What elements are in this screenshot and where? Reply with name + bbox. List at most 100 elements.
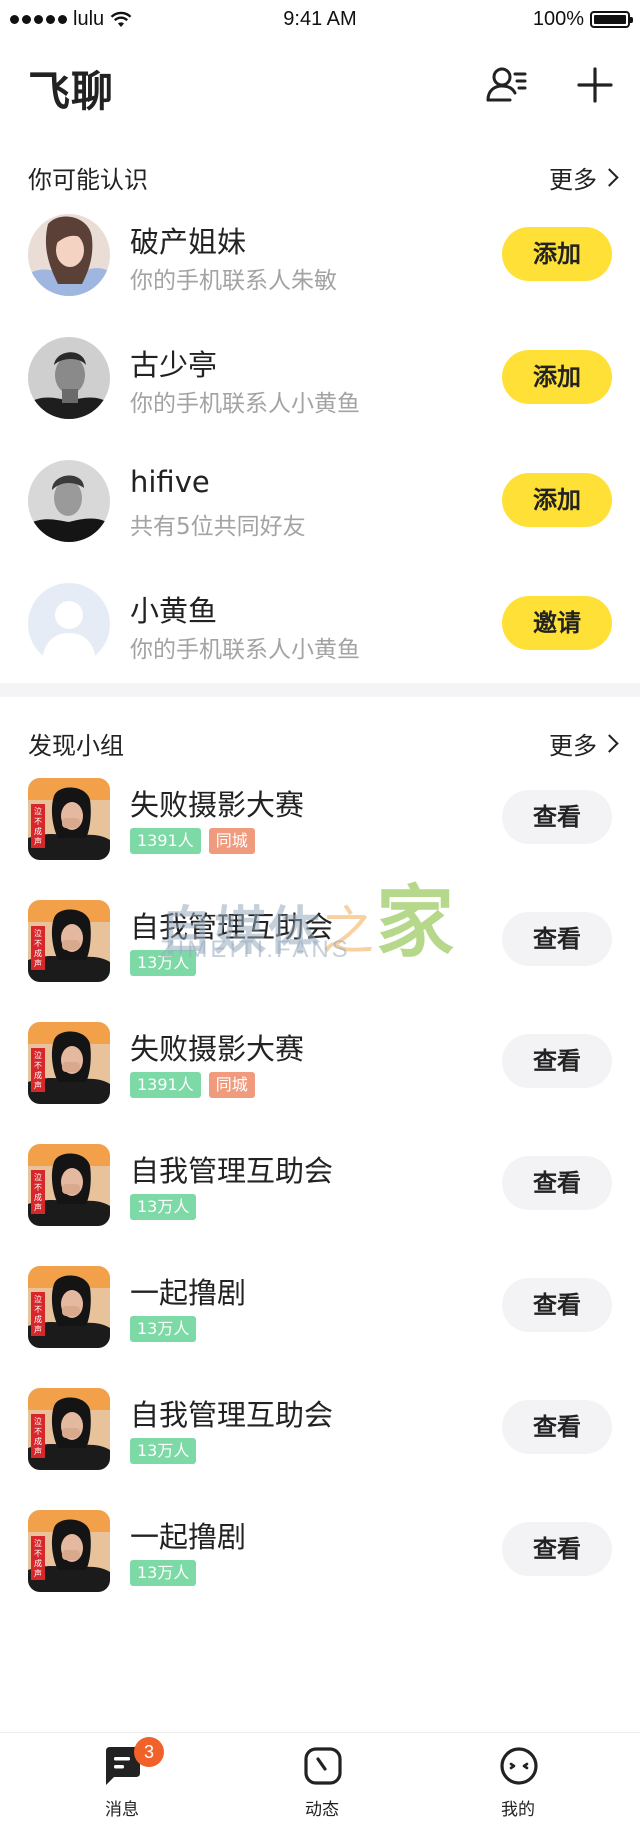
person-relation: 你的手机联系人朱敏: [130, 268, 337, 294]
section-divider: [0, 683, 640, 697]
svg-text:泣: 泣: [34, 1294, 42, 1304]
svg-text:不: 不: [34, 817, 42, 826]
member-count-badge: 13万人: [130, 1194, 197, 1220]
chevron-right-icon: [600, 168, 619, 187]
groups-more-link[interactable]: 更多: [549, 726, 619, 761]
view-group-button[interactable]: 查看: [502, 1034, 612, 1088]
group-thumbnail: 泣 不 成 声: [28, 1266, 110, 1348]
person-name: 古少亭: [130, 348, 218, 382]
svg-text:成: 成: [34, 1070, 42, 1080]
group-tags: 13万人: [130, 1194, 197, 1220]
svg-text:不: 不: [34, 1305, 42, 1314]
section-title: 你可能认识: [28, 166, 148, 194]
view-group-button[interactable]: 查看: [502, 1522, 612, 1576]
svg-text:声: 声: [34, 1080, 42, 1090]
contacts-button[interactable]: [482, 60, 532, 110]
default-avatar-icon: [28, 583, 110, 665]
person-relation: 你的手机联系人小黄鱼: [130, 391, 360, 417]
svg-text:声: 声: [34, 1324, 42, 1334]
group-tags: 13万人: [130, 1560, 197, 1586]
group-thumbnail: 泣 不 成 声: [28, 900, 110, 982]
group-thumbnail: 泣 不 成 声: [28, 778, 110, 860]
member-count-badge: 1391人: [130, 1072, 201, 1098]
svg-text:声: 声: [34, 1202, 42, 1212]
svg-text:不: 不: [34, 1061, 42, 1070]
svg-text:声: 声: [34, 1568, 42, 1578]
svg-text:成: 成: [34, 1314, 42, 1324]
group-tags: 13万人: [130, 950, 197, 976]
group-tags: 1391人 同城: [130, 828, 255, 854]
person-row[interactable]: 古少亭 你的手机联系人小黄鱼 添加: [0, 328, 640, 428]
view-group-button[interactable]: 查看: [502, 1156, 612, 1210]
group-row[interactable]: 泣 不 成 声 自我管理互助会 13万人 查看: [0, 890, 640, 990]
contacts-icon: [486, 67, 527, 102]
unread-badge: 3: [134, 1737, 164, 1767]
group-name: 一起撸剧: [130, 1520, 247, 1554]
app-header: 飞聊: [0, 40, 640, 130]
person-name: 破产姐妹: [130, 225, 247, 259]
group-name: 失败摄影大赛: [130, 1032, 305, 1066]
member-count-badge: 13万人: [130, 1316, 197, 1342]
people-more-link[interactable]: 更多: [549, 160, 619, 195]
group-row[interactable]: 泣 不 成 声 一起撸剧 13万人 查看: [0, 1256, 640, 1356]
battery-icon: [590, 11, 633, 28]
person-relation: 你的手机联系人小黄鱼: [130, 637, 360, 663]
svg-text:不: 不: [34, 1427, 42, 1436]
svg-text:成: 成: [34, 1192, 42, 1202]
add-friend-button[interactable]: 添加: [502, 350, 612, 404]
svg-text:声: 声: [34, 836, 42, 846]
group-row[interactable]: 泣 不 成 声 一起撸剧 13万人 查看: [0, 1500, 640, 1600]
view-group-button[interactable]: 查看: [502, 912, 612, 966]
section-title: 发现小组: [28, 732, 124, 760]
page-title: 飞聊: [28, 67, 115, 116]
feed-icon: [304, 1747, 342, 1785]
member-count-badge: 13万人: [130, 950, 197, 976]
people-section-header: 你可能认识 更多: [0, 150, 640, 200]
svg-text:不: 不: [34, 1183, 42, 1192]
svg-text:成: 成: [34, 826, 42, 836]
group-row[interactable]: 泣 不 成 声 自我管理互助会 13万人 查看: [0, 1378, 640, 1478]
person-row[interactable]: hifive 共有5位共同好友 添加: [0, 451, 640, 551]
svg-text:不: 不: [34, 939, 42, 948]
group-name: 失败摄影大赛: [130, 788, 305, 822]
face-icon: [500, 1747, 538, 1785]
view-group-button[interactable]: 查看: [502, 1278, 612, 1332]
view-group-button[interactable]: 查看: [502, 1400, 612, 1454]
svg-text:泣: 泣: [34, 928, 42, 938]
person-row[interactable]: 小黄鱼 你的手机联系人小黄鱼 邀请: [0, 574, 640, 674]
view-group-button[interactable]: 查看: [502, 790, 612, 844]
tab-messages[interactable]: 3 消息: [62, 1737, 182, 1825]
svg-text:声: 声: [34, 1446, 42, 1456]
svg-text:成: 成: [34, 1558, 42, 1568]
add-button[interactable]: [570, 60, 620, 110]
add-friend-button[interactable]: 添加: [502, 473, 612, 527]
city-badge: 同城: [208, 828, 255, 854]
chevron-right-icon: [600, 734, 619, 753]
member-count-badge: 13万人: [130, 1560, 197, 1586]
group-name: 自我管理互助会: [130, 1154, 334, 1188]
group-thumbnail: 泣 不 成 声: [28, 1510, 110, 1592]
group-row[interactable]: 泣 不 成 声 失败摄影大赛 1391人 同城 查看: [0, 768, 640, 868]
person-name: 小黄鱼: [130, 594, 218, 628]
avatar: [28, 337, 110, 419]
group-thumbnail: 泣 不 成 声: [28, 1022, 110, 1104]
group-row[interactable]: 泣 不 成 声 失败摄影大赛 1391人 同城 查看: [0, 1012, 640, 1112]
groups-section-header: 发现小组 更多: [0, 716, 640, 766]
avatar: [28, 214, 110, 296]
tab-me[interactable]: 我的: [458, 1745, 578, 1825]
battery-percent: 100%: [532, 8, 584, 30]
city-badge: 同城: [208, 1072, 255, 1098]
status-bar: lulu 9:41 AM 100%: [0, 0, 640, 40]
plus-icon: [577, 67, 613, 103]
member-count-badge: 13万人: [130, 1438, 197, 1464]
add-friend-button[interactable]: 添加: [502, 227, 612, 281]
tab-label: 消息: [105, 1800, 139, 1820]
svg-text:泣: 泣: [34, 806, 42, 816]
tab-feed[interactable]: 动态: [262, 1745, 382, 1825]
group-tags: 13万人: [130, 1438, 197, 1464]
person-row[interactable]: 破产姐妹 你的手机联系人朱敏 添加: [0, 205, 640, 305]
group-name: 自我管理互助会: [130, 1398, 334, 1432]
invite-button[interactable]: 邀请: [502, 596, 612, 650]
group-row[interactable]: 泣 不 成 声 自我管理互助会 13万人 查看: [0, 1134, 640, 1234]
tab-label: 我的: [501, 1800, 535, 1820]
